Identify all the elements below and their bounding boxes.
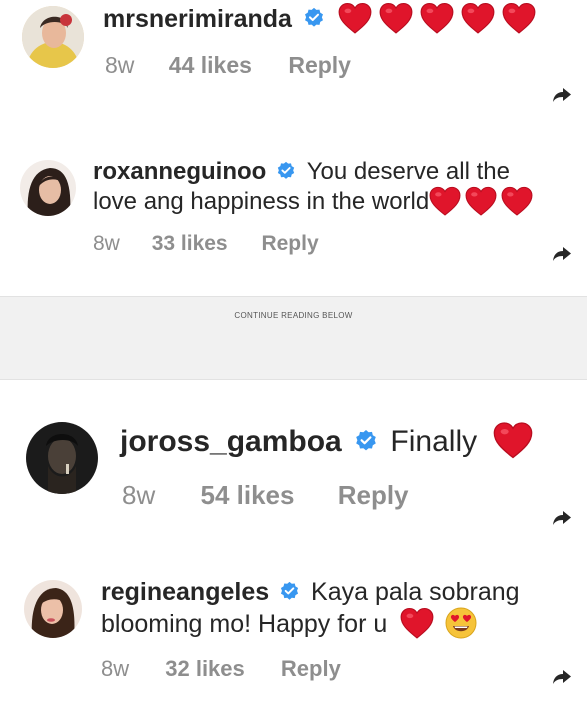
share-icon[interactable]	[552, 246, 572, 262]
heart-icon	[493, 421, 533, 459]
comment-text: You deserve all the	[306, 158, 510, 185]
likes-count[interactable]: 44 likes	[169, 52, 252, 79]
heart-eyes-emoji-icon	[445, 607, 477, 639]
likes-count[interactable]: 33 likes	[152, 232, 228, 256]
verified-badge-icon	[276, 161, 296, 181]
avatar[interactable]	[26, 422, 98, 494]
avatar-photo	[24, 580, 82, 638]
heart-icon	[420, 2, 454, 34]
comment-4: regineangeles Kaya pala sobrang blooming…	[0, 570, 587, 705]
comment-text: blooming mo! Happy for u	[101, 610, 388, 638]
avatar-photo	[22, 6, 84, 68]
verified-badge-icon	[279, 581, 300, 602]
verified-badge-icon	[354, 429, 378, 453]
username[interactable]: mrsnerimiranda	[103, 5, 292, 33]
reply-button[interactable]: Reply	[261, 232, 318, 256]
comment-meta: 8w 54 likes Reply	[122, 480, 409, 511]
comment-line-1: regineangeles Kaya pala sobrang	[101, 576, 520, 609]
timestamp: 8w	[122, 480, 156, 510]
username[interactable]: roxanneguinoo	[93, 158, 266, 185]
avatar[interactable]	[24, 580, 82, 638]
comment-text: love ang happiness in the world	[93, 188, 430, 215]
comment-2: roxanneguinoo You deserve all the love a…	[0, 150, 587, 280]
comment-line: joross_gamboa Finally	[120, 422, 533, 462]
heart-icon	[502, 2, 536, 34]
comment-1: mrsnerimiranda 8w 44 likes Reply	[0, 0, 587, 110]
comment-meta: 8w 32 likes Reply	[101, 656, 341, 682]
comment-line-2: love ang happiness in the world	[93, 186, 533, 218]
comment-3: joross_gamboa Finally 8w 54 likes Reply	[0, 410, 587, 540]
share-icon[interactable]	[552, 87, 572, 103]
username[interactable]: joross_gamboa	[120, 425, 342, 458]
heart-icon	[400, 607, 434, 639]
share-icon[interactable]	[552, 510, 572, 526]
heart-icon	[338, 2, 372, 34]
comment-line: mrsnerimiranda	[103, 2, 536, 36]
comment-text: Kaya pala sobrang	[311, 578, 520, 606]
comment-meta: 8w 33 likes Reply	[93, 232, 319, 256]
heart-icon	[461, 2, 495, 34]
verified-badge-icon	[303, 7, 325, 29]
continue-reading-label: CONTINUE READING BELOW	[234, 311, 353, 320]
username[interactable]: regineangeles	[101, 578, 269, 606]
reply-button[interactable]: Reply	[281, 656, 341, 682]
heart-icon	[465, 186, 497, 216]
timestamp: 8w	[105, 52, 135, 78]
heart-icon	[429, 186, 461, 216]
heart-icon	[501, 186, 533, 216]
reply-button[interactable]: Reply	[288, 52, 351, 79]
timestamp: 8w	[93, 232, 120, 255]
ad-divider: CONTINUE READING BELOW	[0, 296, 587, 380]
comment-line-2: blooming mo! Happy for u	[101, 607, 477, 641]
avatar-photo	[20, 160, 76, 216]
heart-icon	[379, 2, 413, 34]
likes-count[interactable]: 32 likes	[165, 656, 245, 682]
comment-meta: 8w 44 likes Reply	[105, 52, 351, 79]
timestamp: 8w	[101, 656, 130, 681]
comment-text: Finally	[390, 425, 478, 458]
reply-button[interactable]: Reply	[338, 480, 409, 511]
share-icon[interactable]	[552, 669, 572, 685]
avatar[interactable]	[22, 6, 84, 68]
hearts-emoji-group	[338, 5, 536, 33]
avatar-photo	[26, 422, 98, 494]
avatar[interactable]	[20, 160, 76, 216]
likes-count[interactable]: 54 likes	[200, 480, 294, 511]
comment-line-1: roxanneguinoo You deserve all the	[93, 156, 510, 188]
